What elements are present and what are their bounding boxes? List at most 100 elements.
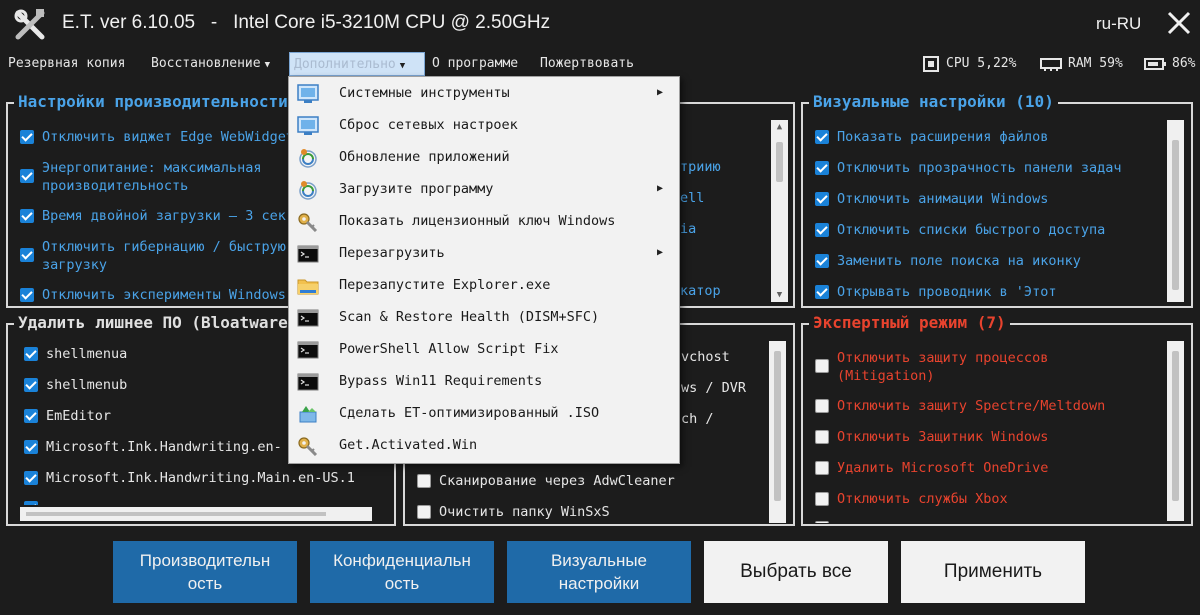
select-all-button[interactable]: Выбрать все xyxy=(704,541,888,603)
expert-item-1[interactable]: Отключить защиту процессов (Mitigation) xyxy=(815,349,1048,385)
checkbox[interactable] xyxy=(24,501,38,505)
visual-item-4[interactable]: Отключить списки быстрого доступа xyxy=(815,221,1105,239)
visual-item-3[interactable]: Отключить анимации Windows xyxy=(815,190,1048,208)
dd-make-iso-label: Сделать ET-оптимизированный .ISO xyxy=(339,405,600,421)
window-title: E.T. ver 6.10.05 - Intel Core i5-3210M C… xyxy=(62,12,551,33)
checkbox[interactable] xyxy=(815,359,829,373)
misc-text-fragment: ws / DVR xyxy=(681,380,747,396)
dd-system-tools[interactable]: Системные инструменты ▶ xyxy=(289,78,679,110)
expert-scrollbar[interactable] xyxy=(1167,341,1184,521)
menu-donate[interactable]: Пожертвовать xyxy=(540,52,634,76)
checkbox[interactable] xyxy=(24,471,38,485)
dd-show-license-key[interactable]: Показать лицензионный ключ Windows xyxy=(289,206,679,238)
bloat-item-6-partial[interactable] xyxy=(24,499,46,505)
bloat-item-4[interactable]: Microsoft.Ink.Handwriting.en- xyxy=(24,438,282,456)
perf-item-2[interactable]: Энергопитание: максимальная производител… xyxy=(20,159,261,195)
checkbox[interactable] xyxy=(815,521,829,523)
perf-item-5[interactable]: Отключить эксперименты Windows xyxy=(20,286,286,304)
bloatware-hscrollbar[interactable] xyxy=(20,507,372,521)
perf-item-3[interactable]: Время двойной загрузки — 3 сек xyxy=(20,207,286,225)
checkbox[interactable] xyxy=(20,130,34,144)
visual-item-6[interactable]: Открывать проводник в 'Этот xyxy=(815,283,1056,301)
menu-about-label: О программе xyxy=(432,56,519,71)
bloat-item-1[interactable]: shellmenua xyxy=(24,345,127,363)
language-selector[interactable]: ru-RU xyxy=(1096,14,1141,34)
checkbox[interactable] xyxy=(24,347,38,361)
perf-item-4[interactable]: Отключить гибернацию / быструю загрузку xyxy=(20,238,286,274)
visual-item-2[interactable]: Отключить прозрачность панели задач xyxy=(815,159,1121,177)
privacy-text-fragment: катор xyxy=(680,283,721,299)
dd-make-iso[interactable]: Сделать ET-оптимизированный .ISO xyxy=(289,398,679,430)
checkbox[interactable] xyxy=(24,440,38,454)
checkbox[interactable] xyxy=(815,130,829,144)
checkbox[interactable] xyxy=(815,430,829,444)
dd-scan-restore-health[interactable]: Scan & Restore Health (DISM+SFC) xyxy=(289,302,679,334)
console-icon xyxy=(297,245,319,263)
misc-scrollbar[interactable] xyxy=(769,341,786,523)
misc-item-adwcleaner[interactable]: Сканирование через AdwCleaner xyxy=(417,472,675,490)
dd-bypass-win11[interactable]: Bypass Win11 Requirements xyxy=(289,366,679,398)
scroll-down-icon[interactable]: ▼ xyxy=(771,288,788,302)
dd-reboot[interactable]: Перезагрузить ▶ xyxy=(289,238,679,270)
checkbox[interactable] xyxy=(815,492,829,506)
expert-item-5[interactable]: Отключить службы Xbox xyxy=(815,490,1008,508)
expert-item-2[interactable]: Отключить защиту Spectre/Meltdown xyxy=(815,397,1105,415)
expert-item-6-partial[interactable] xyxy=(815,519,837,523)
checkbox[interactable] xyxy=(20,288,34,302)
dd-network-reset[interactable]: Сброс сетевых настроек xyxy=(289,110,679,142)
menu-backup[interactable]: Резервная копия xyxy=(8,52,125,76)
misc-text-fragment: vchost xyxy=(681,349,730,365)
bloat-item-3[interactable]: EmEditor xyxy=(24,407,111,425)
misc-item-winsxs[interactable]: Очистить папку WinSxS xyxy=(417,503,610,521)
scroll-thumb[interactable] xyxy=(774,351,781,501)
dd-get-activated[interactable]: Get.Activated.Win xyxy=(289,430,679,462)
visual-item-1[interactable]: Показать расширения файлов xyxy=(815,128,1048,146)
dd-download-program[interactable]: Загрузите программу ▶ xyxy=(289,174,679,206)
checkbox[interactable] xyxy=(417,505,431,519)
misc-item-winsxs-label: Очистить папку WinSxS xyxy=(439,504,610,520)
dd-restart-explorer[interactable]: Перезапустите Explorer.exe xyxy=(289,270,679,302)
performance-button[interactable]: Производительн ость xyxy=(113,541,297,603)
menu-backup-label: Резервная копия xyxy=(8,56,126,71)
visual-scrollbar[interactable] xyxy=(1167,120,1184,302)
dd-update-apps[interactable]: Обновление приложений xyxy=(289,142,679,174)
dd-bypass-win11-label: Bypass Win11 Requirements xyxy=(339,373,543,389)
checkbox[interactable] xyxy=(815,192,829,206)
checkbox[interactable] xyxy=(815,254,829,268)
scroll-thumb[interactable] xyxy=(1172,351,1179,501)
checkbox[interactable] xyxy=(815,399,829,413)
dd-system-tools-label: Системные инструменты xyxy=(339,85,510,101)
expert-item-3[interactable]: Отключить Защитник Windows xyxy=(815,428,1048,446)
perf-item-1[interactable]: Отключить виджет Edge WebWidget xyxy=(20,128,294,146)
checkbox[interactable] xyxy=(417,474,431,488)
visual-item-5[interactable]: Заменить поле поиска на иконку xyxy=(815,252,1081,270)
checkbox[interactable] xyxy=(24,378,38,392)
privacy-scrollbar[interactable]: ▲ ▼ xyxy=(771,120,788,302)
menu-additional[interactable]: Дополнительно ▼ xyxy=(289,52,425,76)
bloat-item-2[interactable]: shellmenub xyxy=(24,376,127,394)
expert-panel: Экспертный режим (7) Отключить защиту пр… xyxy=(801,313,1193,526)
menu-restore[interactable]: Восстановление ▼ xyxy=(151,52,270,76)
scroll-thumb[interactable] xyxy=(1172,140,1179,290)
expert-item-4[interactable]: Удалить Microsoft OneDrive xyxy=(815,459,1048,477)
bloat-item-5[interactable]: Microsoft.Ink.Handwriting.Main.en-US.1 xyxy=(24,469,355,487)
scroll-thumb[interactable] xyxy=(26,512,326,516)
scroll-thumb[interactable] xyxy=(776,142,783,182)
visual-item-1-label: Показать расширения файлов xyxy=(837,129,1049,145)
network-reset-icon xyxy=(297,116,319,135)
checkbox[interactable] xyxy=(20,169,34,183)
checkbox[interactable] xyxy=(815,285,829,299)
scroll-up-icon[interactable]: ▲ xyxy=(771,120,788,134)
privacy-button[interactable]: Конфиденциальн ость xyxy=(310,541,494,603)
checkbox[interactable] xyxy=(815,461,829,475)
close-icon[interactable] xyxy=(1164,8,1194,38)
dd-powershell-fix[interactable]: PowerShell Allow Script Fix xyxy=(289,334,679,366)
checkbox[interactable] xyxy=(20,248,34,262)
checkbox[interactable] xyxy=(815,161,829,175)
checkbox[interactable] xyxy=(20,209,34,223)
checkbox[interactable] xyxy=(815,223,829,237)
visual-settings-button[interactable]: Визуальные настройки xyxy=(507,541,691,603)
checkbox[interactable] xyxy=(24,409,38,423)
apply-button[interactable]: Применить xyxy=(901,541,1085,603)
menu-about[interactable]: О программе xyxy=(432,52,518,76)
